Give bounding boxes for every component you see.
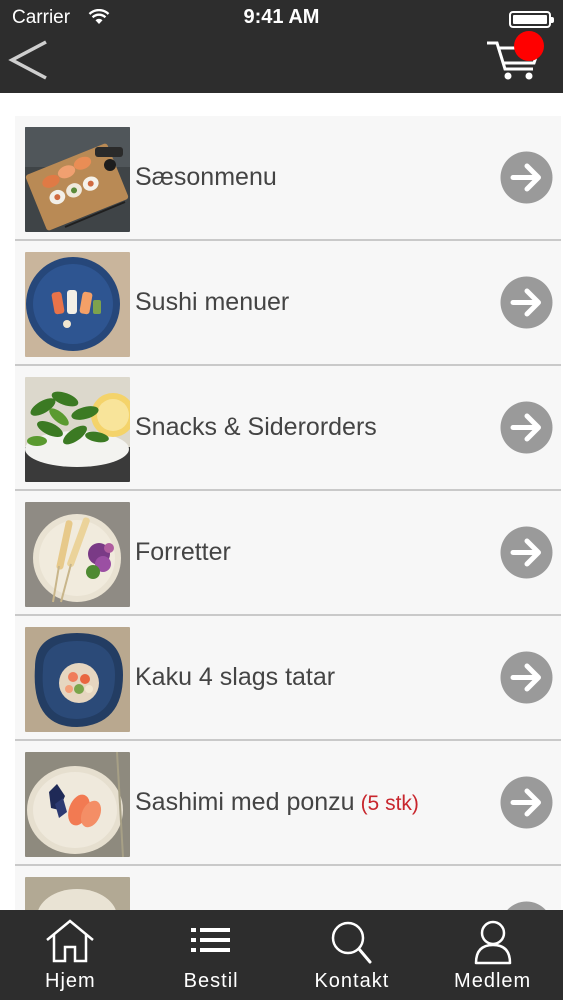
tab-label: Hjem bbox=[45, 970, 96, 992]
arrow-right-icon bbox=[500, 401, 553, 454]
list-item[interactable]: Kaku 4 slags tatar bbox=[15, 616, 561, 741]
arrow-right-button[interactable] bbox=[500, 276, 553, 329]
list-item[interactable]: Sashimi med ponzu (5 stk) bbox=[15, 741, 561, 866]
item-title: Sashimi med ponzu bbox=[135, 788, 355, 816]
item-label: Sushi menuer bbox=[135, 241, 295, 364]
menu-list: Sæsonmenu Sushi menuer Snacks & Siderord… bbox=[15, 116, 561, 910]
list-item[interactable]: Forretter bbox=[15, 491, 561, 616]
battery-icon bbox=[509, 11, 554, 28]
user-icon bbox=[467, 918, 519, 971]
list-item[interactable] bbox=[15, 866, 561, 910]
arrow-right-button[interactable] bbox=[500, 901, 553, 910]
item-thumbnail bbox=[25, 377, 130, 482]
arrow-right-button[interactable] bbox=[500, 526, 553, 579]
arrow-right-icon bbox=[500, 651, 553, 704]
item-label: Kaku 4 slags tatar bbox=[135, 616, 341, 739]
item-thumbnail bbox=[25, 752, 130, 857]
item-title: Snacks & Siderorders bbox=[135, 413, 377, 441]
arrow-right-icon bbox=[500, 276, 553, 329]
home-icon bbox=[44, 918, 96, 969]
list-item[interactable]: Snacks & Siderorders bbox=[15, 366, 561, 491]
tab-bar: Hjem Bestil Kontakt Medlem bbox=[0, 910, 563, 1000]
tab-kontakt[interactable]: Kontakt bbox=[282, 910, 423, 1000]
cart-button[interactable] bbox=[483, 31, 553, 81]
tab-medlem[interactable]: Medlem bbox=[422, 910, 563, 1000]
item-title: Forretter bbox=[135, 538, 231, 566]
item-thumbnail bbox=[25, 127, 130, 232]
list-item[interactable]: Sæsonmenu bbox=[15, 116, 561, 241]
tab-label: Medlem bbox=[454, 970, 532, 992]
arrow-right-button[interactable] bbox=[500, 776, 553, 829]
tab-hjem[interactable]: Hjem bbox=[0, 910, 141, 1000]
item-title: Kaku 4 slags tatar bbox=[135, 663, 336, 691]
status-time: 9:41 AM bbox=[243, 6, 320, 28]
item-label bbox=[135, 866, 141, 910]
arrow-right-button[interactable] bbox=[500, 401, 553, 454]
item-thumbnail bbox=[25, 502, 130, 607]
tab-bestil[interactable]: Bestil bbox=[141, 910, 282, 1000]
item-label: Sashimi med ponzu (5 stk) bbox=[135, 741, 419, 864]
status-bar: Carrier 9:41 AM bbox=[0, 0, 563, 36]
cart-badge bbox=[514, 31, 544, 61]
item-thumbnail bbox=[25, 627, 130, 732]
back-button[interactable] bbox=[6, 38, 56, 88]
arrow-right-icon bbox=[507, 901, 546, 910]
arrow-right-icon bbox=[500, 526, 553, 579]
tab-label: Bestil bbox=[183, 970, 239, 992]
list-icon bbox=[185, 918, 237, 969]
arrow-right-button[interactable] bbox=[500, 651, 553, 704]
search-icon bbox=[326, 918, 378, 971]
item-label: Sæsonmenu bbox=[135, 116, 283, 239]
item-thumbnail bbox=[25, 877, 130, 910]
arrow-right-button[interactable] bbox=[500, 151, 553, 204]
item-label: Forretter bbox=[135, 491, 237, 614]
item-note: (5 stk) bbox=[360, 792, 419, 815]
arrow-right-icon bbox=[500, 776, 553, 829]
arrow-right-icon bbox=[500, 151, 553, 204]
item-label: Snacks & Siderorders bbox=[135, 366, 383, 489]
item-title: Sæsonmenu bbox=[135, 163, 277, 191]
item-thumbnail bbox=[25, 252, 130, 357]
list-item[interactable]: Sushi menuer bbox=[15, 241, 561, 366]
nav-bar bbox=[0, 31, 563, 93]
tab-label: Kontakt bbox=[314, 970, 390, 992]
menu-content: Sæsonmenu Sushi menuer Snacks & Siderord… bbox=[0, 93, 563, 910]
item-title: Sushi menuer bbox=[135, 288, 290, 316]
chevron-left-icon bbox=[8, 40, 47, 80]
